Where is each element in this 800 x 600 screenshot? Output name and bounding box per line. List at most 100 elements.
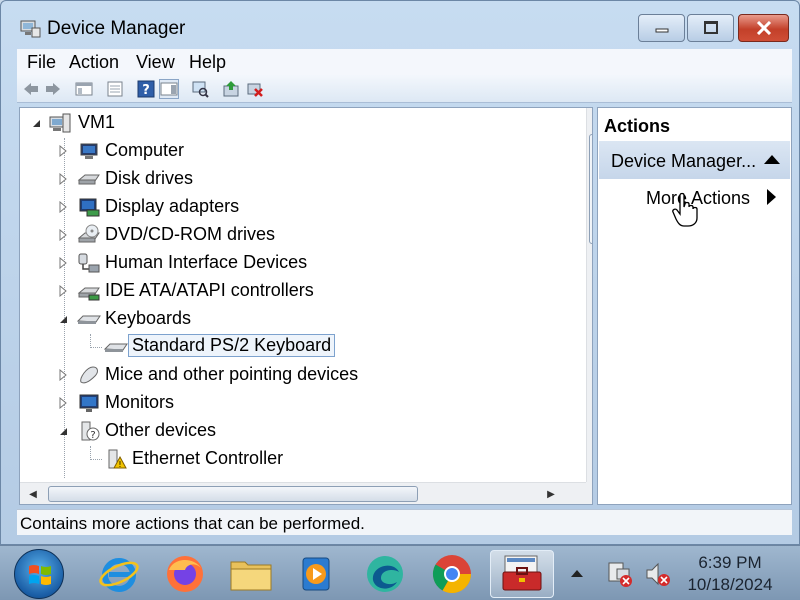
svg-text:!: !: [118, 460, 121, 469]
scan-hardware-icon: [192, 81, 209, 98]
tree-node-human-interface-devices[interactable]: Human Interface Devices: [20, 249, 572, 277]
tray-network[interactable]: [600, 550, 640, 598]
chrome-icon: [432, 555, 472, 594]
tree-node-standard-ps2-keyboard[interactable]: Standard PS/2 Keyboard: [20, 333, 572, 361]
expand-arrow-icon[interactable]: [57, 145, 69, 157]
start-button[interactable]: [14, 549, 64, 599]
expand-arrow-icon[interactable]: [57, 285, 69, 297]
expand-arrow-icon[interactable]: [57, 257, 69, 269]
unknown-device-icon: ?: [81, 421, 100, 441]
title-bar[interactable]: Device Manager: [1, 1, 799, 49]
show-hide-action-pane-icon: [160, 82, 178, 96]
expand-arrow-icon[interactable]: [57, 173, 69, 185]
actions-header: Actions: [604, 116, 671, 136]
tree-node-label: Computer: [105, 140, 185, 160]
clock-date: 10/18/2024: [687, 575, 773, 594]
taskbar-internet-explorer[interactable]: [92, 550, 146, 598]
disk-drive-icon: [77, 174, 100, 185]
scroll-right-button[interactable]: ▶: [542, 484, 560, 504]
forward-button[interactable]: [43, 79, 63, 99]
horizontal-scrollbar[interactable]: ◀ ▶: [20, 482, 586, 504]
tree-node-other-devices[interactable]: ? Other devices: [20, 417, 572, 445]
menu-action[interactable]: Action: [69, 52, 119, 73]
update-driver-icon: [223, 81, 239, 97]
tree-node-dvd-cd-rom-drives[interactable]: DVD/CD-ROM drives: [20, 221, 572, 249]
taskbar-media-player[interactable]: [290, 550, 344, 598]
collapse-arrow-icon[interactable]: [30, 117, 42, 129]
expand-arrow-icon[interactable]: [57, 369, 69, 381]
monitor-icon: [79, 394, 99, 412]
firefox-icon: [167, 556, 203, 592]
tree-node-label: Display adapters: [105, 196, 240, 216]
expand-arrow-icon[interactable]: [57, 229, 69, 241]
expand-arrow-icon[interactable]: [57, 397, 69, 409]
tree-node-display-adapters[interactable]: Display adapters: [20, 193, 572, 221]
vertical-scrollbar[interactable]: ▲ ▼: [586, 108, 592, 482]
scan-hardware-button[interactable]: [190, 79, 210, 99]
collapse-up-icon[interactable]: [764, 155, 780, 164]
taskbar-edge[interactable]: [358, 550, 412, 598]
windows-logo-icon: [29, 565, 51, 585]
help-button[interactable]: ?: [136, 79, 156, 99]
device-manager-toolbox-icon: [502, 555, 542, 591]
show-hide-console-tree-icon: [75, 82, 93, 96]
properties-icon: [107, 81, 123, 97]
warning-device-icon: !: [108, 449, 127, 469]
close-button[interactable]: [738, 14, 789, 42]
media-player-icon: [302, 557, 330, 591]
show-hide-console-tree-button[interactable]: [74, 79, 94, 99]
device-tree-pane: VM1 Computer Disk drives Display adapter…: [19, 107, 593, 505]
taskbar-file-explorer[interactable]: [224, 550, 278, 598]
tray-volume[interactable]: [638, 550, 678, 598]
taskbar-clock[interactable]: 6:39 PM 10/18/2024: [676, 552, 784, 596]
tree-node-keyboards[interactable]: Keyboards: [20, 305, 572, 333]
minimize-button[interactable]: [638, 14, 685, 42]
minimize-icon: [655, 28, 668, 33]
device-manager-window: Device Manager File Action View Help ? V…: [0, 0, 800, 545]
menu-help[interactable]: Help: [189, 52, 226, 73]
properties-button[interactable]: [105, 79, 125, 99]
taskbar-firefox[interactable]: [158, 550, 212, 598]
tree-node-label: Disk drives: [105, 168, 194, 188]
scroll-up-button[interactable]: ▲: [589, 111, 592, 131]
collapse-arrow-icon[interactable]: [57, 425, 69, 437]
actions-section-label: Device Manager...: [611, 151, 757, 171]
tree-node-label: Keyboards: [105, 308, 192, 328]
actions-section-device-manager[interactable]: Device Manager...: [599, 141, 790, 179]
computer-icon: [80, 143, 98, 159]
scroll-down-button[interactable]: ▼: [589, 458, 592, 478]
taskbar-device-manager[interactable]: [490, 550, 554, 598]
tree-node-monitors[interactable]: Monitors: [20, 389, 572, 417]
menu-view[interactable]: View: [136, 52, 175, 73]
tree-node-label: Other devices: [105, 420, 217, 440]
tree-node-label: Human Interface Devices: [105, 252, 308, 272]
chevron-left-icon: ◀: [29, 488, 37, 500]
vertical-scroll-thumb[interactable]: [589, 134, 592, 244]
scroll-left-button[interactable]: ◀: [24, 484, 42, 504]
tree-node-label: Ethernet Controller: [132, 448, 284, 468]
horizontal-scroll-thumb[interactable]: [48, 486, 418, 502]
svg-text:?: ?: [90, 430, 95, 441]
uninstall-button[interactable]: [245, 79, 265, 99]
back-button[interactable]: [21, 79, 41, 99]
window-title: Device Manager: [47, 18, 186, 39]
tree-node-ethernet-controller[interactable]: ! Ethernet Controller: [20, 445, 572, 473]
tree-node-computer[interactable]: Computer: [20, 137, 572, 165]
clock-time: 6:39 PM: [698, 553, 762, 572]
uninstall-icon: [247, 83, 263, 97]
keyboard-icon: [104, 343, 128, 352]
show-hide-action-pane-button[interactable]: [159, 79, 179, 99]
maximize-button[interactable]: [687, 14, 734, 42]
tree-root-vm1[interactable]: VM1: [20, 109, 572, 137]
taskbar-chrome[interactable]: [425, 550, 479, 598]
tree-node-ide-ata-atapi-controllers[interactable]: IDE ATA/ATAPI controllers: [20, 277, 572, 305]
expand-arrow-icon[interactable]: [57, 201, 69, 213]
tree-node-disk-drives[interactable]: Disk drives: [20, 165, 572, 193]
hand-cursor-icon: [672, 192, 698, 227]
update-driver-button[interactable]: [221, 79, 241, 99]
menu-file[interactable]: File: [27, 52, 56, 73]
actions-pane: Actions Device Manager... More Actions: [597, 107, 792, 505]
collapse-arrow-icon[interactable]: [57, 313, 69, 325]
tree-node-mice[interactable]: Mice and other pointing devices: [20, 361, 572, 389]
show-hidden-icons-button[interactable]: [571, 570, 583, 577]
